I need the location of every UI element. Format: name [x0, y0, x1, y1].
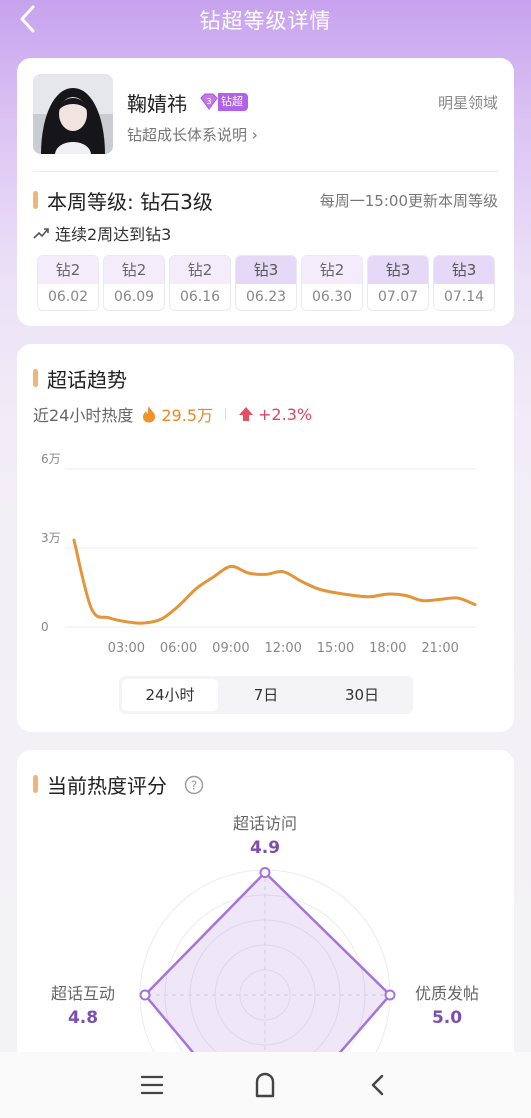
y-tick-label: 6万 — [41, 452, 61, 466]
week-level: 钻2 — [302, 256, 362, 284]
week-item: 钻2 06.09 — [103, 255, 165, 311]
avatar[interactable] — [33, 74, 113, 154]
radar-axis-label: 优质发帖 — [415, 984, 479, 1003]
week-item: 钻3 06.23 — [235, 255, 297, 311]
accent-bar — [33, 775, 38, 793]
trend-chart: 0 3万 6万 03:00 06:00 09:00 12:00 15:00 18:00 21:00 — [41, 452, 477, 656]
tab-24h[interactable]: 24小时 — [122, 679, 218, 711]
week-date: 06.30 — [311, 289, 353, 305]
growth-system-link[interactable]: 钻超成长体系说明 › — [127, 124, 258, 145]
diamond-badge: 3 钻超 — [198, 92, 248, 112]
week-level: 钻3 — [434, 256, 494, 284]
radar-axis-value: 4.9 — [250, 838, 280, 858]
week-date: 06.23 — [245, 289, 287, 305]
week-item: 钻2 06.30 — [301, 255, 363, 311]
diamond-icon: 3 — [200, 93, 218, 110]
weekly-levels: 钻2 06.02 钻2 06.09 钻2 06.16 钻3 06.23 钻2 06.30 … — [37, 255, 495, 311]
week-level: 钻2 — [38, 256, 98, 284]
week-level: 钻2 — [104, 256, 164, 284]
week-item: 钻3 07.07 — [367, 255, 429, 311]
x-tick-label: 15:00 — [317, 641, 354, 656]
trend-title: 超话趋势 — [47, 368, 127, 392]
svg-text:3: 3 — [206, 97, 211, 106]
week-date: 06.02 — [47, 289, 89, 305]
x-tick-label: 21:00 — [421, 641, 458, 656]
streak-row: 连续2周达到钻3 — [33, 221, 171, 245]
domain-tag: 明星领域 — [437, 94, 498, 112]
week-level: 钻2 — [170, 256, 230, 284]
week-item: 钻3 07.14 — [433, 255, 495, 311]
arrow-up-icon — [239, 407, 254, 421]
update-note: 每周一15:00更新本周等级 — [319, 192, 498, 210]
trend-up-icon — [33, 228, 49, 239]
level-title: 本周等级: 钻石3级 — [47, 190, 213, 214]
flame-icon — [143, 406, 156, 423]
question-icon[interactable]: ? — [184, 775, 204, 795]
tab-30d[interactable]: 30日 — [314, 679, 410, 711]
radar-point — [384, 989, 396, 1001]
score-title: 当前热度评分 — [47, 774, 167, 798]
x-tick-label: 18:00 — [369, 641, 406, 656]
x-tick-label: 03:00 — [108, 641, 145, 656]
radar-axis-label: 超话访问 — [233, 814, 297, 833]
system-nav-bar — [0, 1052, 531, 1118]
top-bar: 钻超等级详情 — [0, 0, 531, 40]
svg-text:?: ? — [191, 779, 197, 793]
accent-bar — [33, 191, 38, 209]
radar-point — [259, 867, 271, 878]
x-tick-label: 12:00 — [264, 641, 301, 656]
back-icon[interactable] — [368, 1073, 388, 1097]
week-date: 07.07 — [377, 289, 419, 305]
week-date: 06.16 — [179, 289, 221, 305]
profile-card: 鞠婧祎 3 钻超 钻超成长体系说明 › 明星领域 本周等级: 钻石3级 每周一1… — [17, 58, 514, 326]
week-item: 钻2 06.02 — [37, 255, 99, 311]
streak-text: 连续2周达到钻3 — [55, 225, 172, 244]
accent-bar — [33, 369, 38, 387]
user-name: 鞠婧祎 — [127, 92, 187, 116]
week-date: 06.09 — [113, 289, 155, 305]
change-value: +2.3% — [258, 404, 313, 424]
x-tick-label: 09:00 — [212, 641, 249, 656]
week-level: 钻3 — [236, 256, 296, 284]
badge-label: 钻超 — [218, 93, 248, 111]
x-tick-label: 06:00 — [160, 641, 197, 656]
radar-axis-value: 5.0 — [432, 1008, 462, 1028]
series-line — [72, 538, 477, 625]
separator — [225, 408, 227, 420]
tab-7d[interactable]: 7日 — [218, 679, 314, 711]
radar-axis-label: 超话互动 — [51, 984, 115, 1003]
week-level: 钻3 — [368, 256, 428, 284]
y-tick-label: 0 — [41, 620, 49, 634]
heat-value: 29.5万 — [161, 406, 214, 425]
radar-axis-value: 4.8 — [68, 1008, 98, 1028]
page-title: 钻超等级详情 — [199, 9, 332, 33]
divider — [33, 171, 498, 172]
radar-point — [139, 989, 151, 1001]
y-tick-label: 3万 — [41, 531, 61, 545]
week-item: 钻2 06.16 — [169, 255, 231, 311]
home-icon[interactable] — [253, 1072, 277, 1098]
heat-label: 近24小时热度 — [33, 406, 134, 425]
range-switcher: 24小时 7日 30日 — [119, 676, 413, 714]
menu-icon[interactable] — [140, 1074, 164, 1096]
week-date: 07.14 — [443, 289, 485, 305]
trend-card: 超话趋势 近24小时热度 29.5万 +2.3% 0 3万 6万 03:00 06:00… — [17, 344, 514, 732]
heat-row: 近24小时热度 29.5万 +2.3% — [33, 402, 312, 426]
